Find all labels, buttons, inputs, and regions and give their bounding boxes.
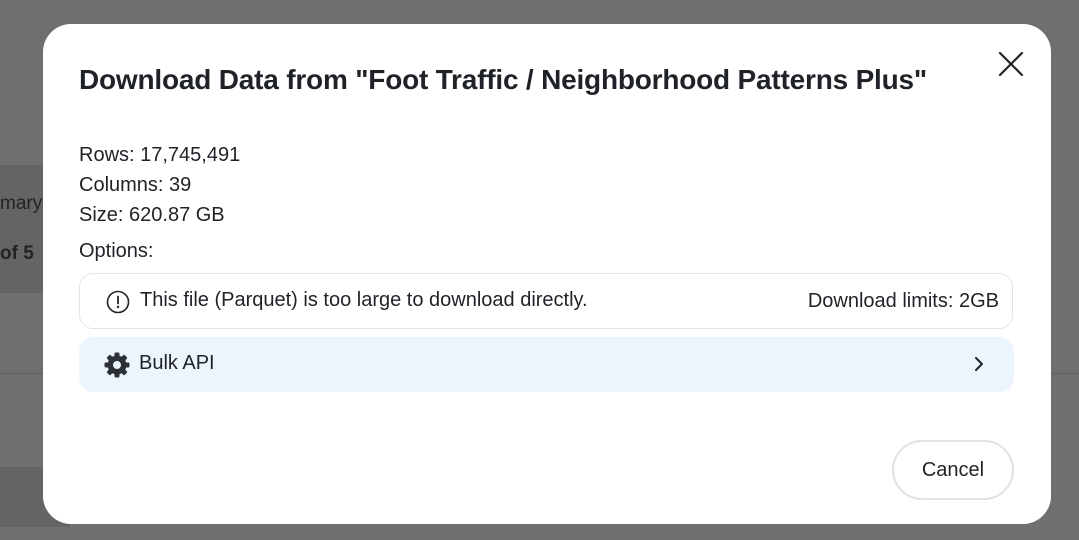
download-limit-text: Download limits: 2GB bbox=[807, 290, 999, 312]
background-pager-text: of 5 bbox=[0, 243, 34, 264]
download-modal: Download Data from "Foot Traffic / Neigh… bbox=[43, 24, 1051, 524]
file-too-large-notice: This file (Parquet) is too large to down… bbox=[79, 273, 1013, 329]
close-icon bbox=[997, 50, 1025, 78]
rows-count: Rows: 17,745,491 bbox=[79, 144, 241, 166]
file-size: Size: 620.87 GB bbox=[79, 204, 225, 226]
modal-title: Download Data from "Foot Traffic / Neigh… bbox=[79, 64, 927, 95]
bulk-api-label: Bulk API bbox=[139, 352, 215, 374]
background-summary-text: mary bbox=[0, 193, 43, 214]
options-label: Options: bbox=[79, 240, 154, 262]
cancel-button[interactable]: Cancel bbox=[892, 440, 1014, 500]
close-button[interactable] bbox=[997, 50, 1025, 78]
columns-count: Columns: 39 bbox=[79, 174, 192, 196]
gear-icon bbox=[103, 351, 131, 379]
exclamation-circle-icon bbox=[106, 290, 130, 314]
notice-message: This file (Parquet) is too large to down… bbox=[140, 289, 588, 311]
chevron-right-icon bbox=[969, 354, 989, 374]
bulk-api-option[interactable]: Bulk API bbox=[79, 337, 1014, 392]
